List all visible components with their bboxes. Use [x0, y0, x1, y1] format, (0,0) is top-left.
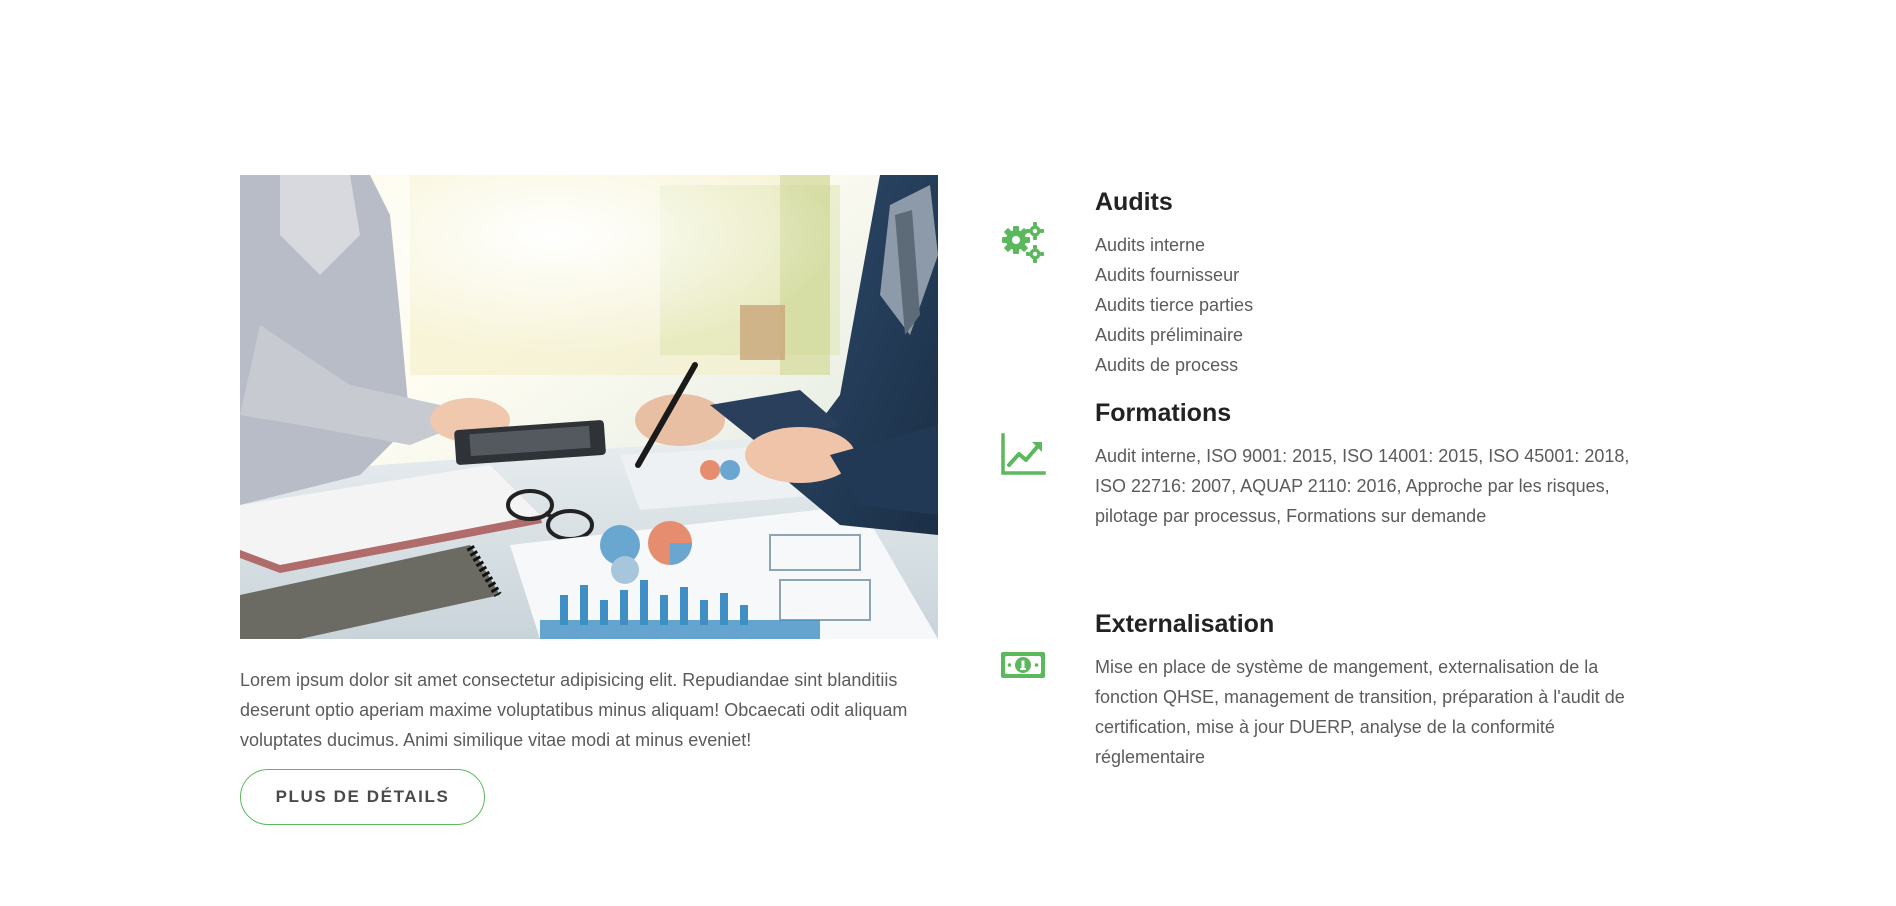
page: Lorem ipsum dolor sit amet consectetur a…	[0, 0, 1896, 906]
feature-title: Formations	[1095, 399, 1232, 427]
details-button[interactable]: PLUS DE DÉTAILS	[240, 769, 485, 825]
feature-formations-body: Formations Audit interne, ISO 9001: 2015…	[1095, 397, 1665, 531]
feature-title: Audits	[1095, 188, 1173, 216]
business-meeting-photo	[240, 175, 938, 639]
feature-audits-body: Audits Audits interne Audits fournisseur…	[1095, 186, 1665, 380]
audits-list: Audits interne Audits fournisseur Audits…	[1095, 230, 1665, 380]
chart-line-icon	[1000, 431, 1046, 477]
feature-externalisation-body: Externalisation Mise en place de système…	[1095, 608, 1665, 772]
money-bill-icon	[1000, 642, 1046, 688]
list-item: Audits préliminaire	[1095, 325, 1244, 345]
intro-section: Lorem ipsum dolor sit amet consectetur a…	[240, 175, 938, 825]
list-item: Audits fournisseur	[1095, 265, 1240, 285]
list-item: Audits interne	[1095, 235, 1206, 255]
gears-icon	[1000, 220, 1046, 266]
feature-title: Externalisation	[1095, 610, 1275, 638]
list-item: Audits de process	[1095, 355, 1239, 375]
feature-description: Audit interne, ISO 9001: 2015, ISO 14001…	[1095, 446, 1630, 526]
feature-description: Mise en place de système de mangement, e…	[1095, 657, 1625, 767]
list-item: Audits tierce parties	[1095, 295, 1254, 315]
intro-text: Lorem ipsum dolor sit amet consectetur a…	[240, 670, 908, 750]
